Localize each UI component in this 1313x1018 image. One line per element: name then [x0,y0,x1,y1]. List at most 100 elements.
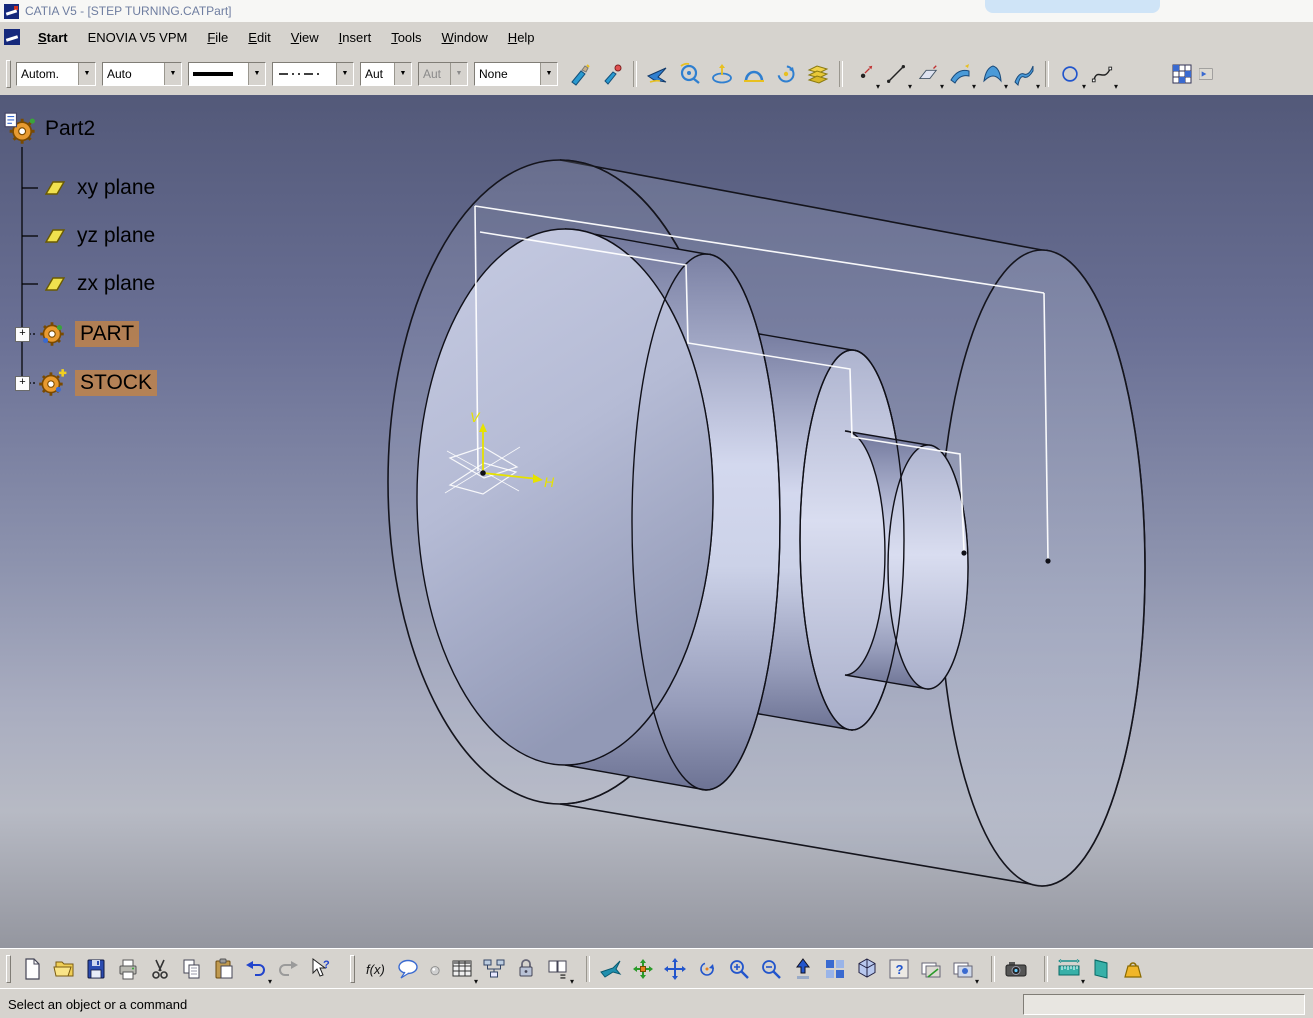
pan-button[interactable] [659,953,691,985]
spline-icon [1091,66,1113,82]
compass-move-button[interactable] [627,953,659,985]
clipped-toolbar-button[interactable] [1198,58,1216,90]
zoom-in-button[interactable] [723,953,755,985]
save-button[interactable] [80,953,112,985]
rotate-button[interactable] [691,953,723,985]
structure-button[interactable] [478,953,510,985]
apply-graphic-properties-button[interactable] [596,58,628,90]
tree-label-part2[interactable]: Part2 [45,117,95,141]
expand-stock-button[interactable]: + [15,376,30,391]
menu-item-tools[interactable]: Tools [381,26,431,49]
multi-view-button[interactable] [819,953,851,985]
hide-show-button[interactable] [915,953,947,985]
measure-item-button[interactable] [1085,953,1117,985]
mass-properties-button[interactable] [1117,953,1149,985]
toolbar-grip[interactable] [6,59,11,88]
dropdown-arrow-icon[interactable]: ▼ [164,62,181,85]
tree-label-zx-plane[interactable]: zx plane [77,272,155,296]
tree-label-xy-plane[interactable]: xy plane [77,176,155,200]
check-rules-button[interactable]: = ▾ [542,953,574,986]
rendering-combo[interactable]: None ▼ [474,61,558,86]
new-button[interactable] [16,953,48,985]
tree-label-yz-plane[interactable]: yz plane [77,224,155,248]
whats-this-button[interactable]: ? [304,953,336,985]
menu-item-enovia-v5-vpm[interactable]: ENOVIA V5 VPM [78,26,198,49]
tree-item-zx-plane[interactable]: zx plane [40,266,155,302]
flyout-arrow-icon[interactable]: ▾ [570,978,574,986]
tree-item-xy-plane[interactable]: xy plane [40,170,155,206]
menu-item-view[interactable]: View [281,26,329,49]
flyout-arrow-icon[interactable]: ▾ [1036,82,1040,91]
view-mode-button[interactable]: ? [883,953,915,985]
fly-mode-button[interactable] [595,953,627,985]
toolbar-grip[interactable] [6,955,11,983]
cut-button[interactable] [144,953,176,985]
dropdown-arrow-icon[interactable]: ▼ [394,62,411,85]
line-type-combo[interactable]: ▼ [272,61,354,86]
layer-combo[interactable]: Auto ▼ [102,61,182,86]
capture-button[interactable] [1000,953,1032,985]
point-button[interactable]: ▾ [848,58,880,90]
menu-item-help[interactable]: Help [498,26,545,49]
revolve-surface-button[interactable]: ▾ [976,58,1008,90]
tree-item-part[interactable]: PART [36,315,140,353]
viewport-3d[interactable]: V H Part2 xy plane yz plane zx plane + P… [0,95,1313,948]
view-orbit-button[interactable] [770,58,802,90]
print-button[interactable] [112,953,144,985]
flyout-arrow-icon[interactable]: ▾ [1114,82,1118,91]
design-table-button[interactable]: ▾ [446,953,478,986]
copy-button[interactable] [176,953,208,985]
parameter-ball-button[interactable] [424,953,446,985]
menu-item-insert[interactable]: Insert [329,26,382,49]
redo-button[interactable] [272,953,304,985]
view-sheets-button[interactable] [802,58,834,90]
dropdown-arrow-icon[interactable]: ▼ [248,62,265,85]
normal-view-button[interactable] [787,953,819,985]
catia-doc-icon[interactable] [4,29,20,45]
dropdown-arrow-icon[interactable]: ▼ [78,62,95,85]
swap-space-button[interactable]: ▾ [947,953,979,986]
copy-graphic-properties-button[interactable] [564,58,596,90]
comment-button[interactable] [392,953,424,985]
toolbar-grip[interactable] [350,955,355,983]
view-turntable-button[interactable] [706,58,738,90]
sphere-icon [430,966,440,976]
pan-arrows-icon [664,958,686,980]
undo-button[interactable]: ▾ [240,953,272,986]
tree-root-part2[interactable]: Part2 [4,111,95,147]
tree-label-stock[interactable]: STOCK [75,370,157,396]
flyout-arrow-icon[interactable]: ▾ [975,978,979,986]
tree-item-stock[interactable]: STOCK [36,364,157,402]
menu-item-edit[interactable]: Edit [238,26,280,49]
dropdown-arrow-icon[interactable]: ▼ [540,62,557,85]
plane-button[interactable]: ▾ [912,58,944,90]
view-fly-button[interactable] [642,58,674,90]
profile-endpoint [961,550,967,556]
view-arch-button[interactable] [738,58,770,90]
formula-button[interactable]: f(x) [360,953,392,985]
graphic-properties-combo[interactable]: Autom. ▼ [16,61,96,86]
iso-view-button[interactable] [851,953,883,985]
power-input-field[interactable] [1023,993,1305,1015]
lock-button[interactable] [510,953,542,985]
sweep-surface-button[interactable]: ▾ [1008,58,1040,90]
expand-part-button[interactable]: + [15,327,30,342]
spline-button[interactable]: ▾ [1086,58,1118,90]
tree-label-part[interactable]: PART [75,321,140,347]
catalog-button[interactable] [1166,58,1198,90]
extrude-surface-button[interactable]: ▾ [944,58,976,90]
measure-between-button[interactable]: ▾ [1053,953,1085,986]
menu-item-file[interactable]: File [197,26,238,49]
paste-button[interactable] [208,953,240,985]
menu-item-start[interactable]: Start [28,26,78,49]
view-look-button[interactable] [674,58,706,90]
dropdown-arrow-icon[interactable]: ▼ [336,62,353,85]
circle-button[interactable]: ▾ [1054,58,1086,90]
tree-item-yz-plane[interactable]: yz plane [40,218,155,254]
zoom-out-button[interactable] [755,953,787,985]
line-weight-combo[interactable]: ▼ [188,61,266,86]
menu-item-window[interactable]: Window [432,26,498,49]
open-button[interactable] [48,953,80,985]
point-symbol-combo[interactable]: Aut ▼ [360,61,412,86]
line-button[interactable]: ▾ [880,58,912,90]
